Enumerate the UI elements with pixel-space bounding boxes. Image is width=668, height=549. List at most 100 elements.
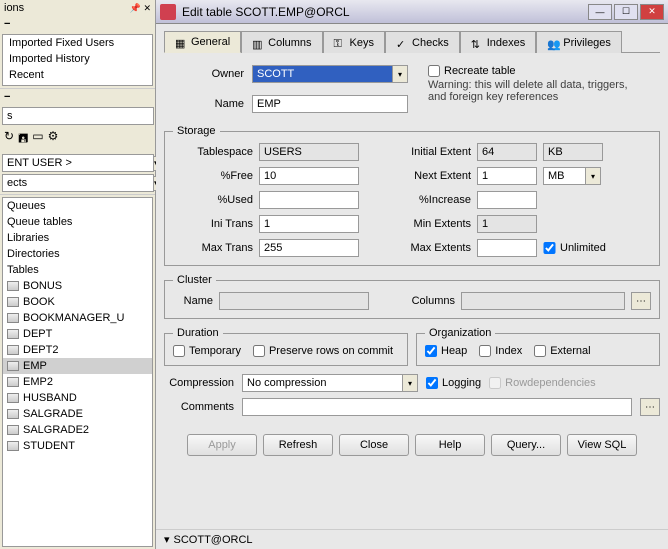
external-checkbox[interactable]: External	[534, 345, 590, 357]
comments-button[interactable]: ⋯	[640, 398, 660, 416]
status-text: SCOTT@ORCL	[174, 534, 253, 546]
sidebar-ions-label: ions	[4, 2, 24, 14]
tree-category[interactable]: Directories	[3, 246, 152, 262]
heap-checkbox[interactable]: Heap	[425, 345, 467, 357]
tab-privileges[interactable]: 👥Privileges	[536, 31, 622, 53]
tab-indexes[interactable]: ⇅Indexes	[460, 31, 537, 53]
general-icon: ▦	[175, 37, 187, 47]
privileges-icon: 👥	[547, 38, 559, 48]
tablespace-input	[259, 143, 359, 161]
tree-table[interactable]: HUSBAND	[3, 390, 152, 406]
initext-input	[477, 143, 537, 161]
tree-table[interactable]: BOOKMANAGER_U	[3, 310, 152, 326]
tree-category[interactable]: Queues	[3, 198, 152, 214]
index-checkbox[interactable]: Index	[479, 345, 522, 357]
object-tree[interactable]: Queues Queue tables Libraries Directorie…	[2, 197, 153, 547]
dropdown-arrow-icon[interactable]: ▾	[392, 65, 408, 83]
table-icon	[7, 425, 19, 435]
warning-text: Warning: this will delete all data, trig…	[428, 79, 628, 103]
initext-unit	[543, 143, 603, 161]
nextext-unit[interactable]	[543, 167, 585, 185]
tree-table[interactable]: EMP2	[3, 374, 152, 390]
pin-icon[interactable]: 📌 ✕	[130, 3, 151, 14]
imported-list: Imported Fixed Users Imported History Re…	[2, 34, 153, 86]
tool-icon[interactable]: 🖪	[18, 129, 28, 150]
initrans-input[interactable]	[259, 215, 359, 233]
table-icon	[7, 441, 19, 451]
main-panel: Edit table SCOTT.EMP@ORCL — ☐ ✕ ▦General…	[156, 0, 668, 549]
owner-input[interactable]	[252, 65, 392, 83]
tab-keys[interactable]: ⚿Keys	[323, 31, 385, 53]
cluster-columns-button[interactable]: ⋯	[631, 292, 651, 310]
tree-table[interactable]: BOOK	[3, 294, 152, 310]
dropdown-arrow-icon[interactable]: ▾	[402, 374, 418, 392]
tree-category[interactable]: Queue tables	[3, 214, 152, 230]
minext-label: Min Extents	[391, 218, 471, 230]
collapse-icon[interactable]: −	[4, 91, 10, 103]
compression-select[interactable]	[242, 374, 402, 392]
close-dialog-button[interactable]: Close	[339, 434, 409, 456]
tree-category[interactable]: Tables	[3, 262, 152, 278]
pctfree-input[interactable]	[259, 167, 359, 185]
table-icon	[7, 361, 19, 371]
query-button[interactable]: Query...	[491, 434, 561, 456]
tree-table-selected[interactable]: EMP	[3, 358, 152, 374]
collapse-icon[interactable]: −	[4, 18, 10, 30]
list-item[interactable]: Imported Fixed Users	[3, 35, 152, 51]
table-icon	[7, 393, 19, 403]
list-item[interactable]: Imported History	[3, 51, 152, 67]
recreate-checkbox[interactable]: Recreate table	[428, 65, 628, 77]
tree-category[interactable]: Libraries	[3, 230, 152, 246]
logging-checkbox[interactable]: Logging	[426, 377, 481, 389]
unlimited-checkbox[interactable]: Unlimited	[543, 242, 603, 254]
tab-checks[interactable]: ✓Checks	[385, 31, 460, 53]
pctused-input[interactable]	[259, 191, 359, 209]
refresh-button[interactable]: Refresh	[263, 434, 333, 456]
objects-selector[interactable]	[2, 174, 154, 192]
indexes-icon: ⇅	[471, 38, 483, 48]
table-icon	[7, 313, 19, 323]
nextext-input[interactable]	[477, 167, 537, 185]
tool-icon[interactable]: ↻	[4, 129, 14, 150]
maximize-button[interactable]: ☐	[614, 4, 638, 20]
list-item[interactable]: Recent	[3, 67, 152, 83]
pctused-label: %Used	[173, 194, 253, 206]
pctinc-input[interactable]	[477, 191, 537, 209]
user-selector[interactable]	[2, 154, 154, 172]
duration-fieldset: Duration Temporary Preserve rows on comm…	[164, 327, 408, 366]
preserve-checkbox[interactable]: Preserve rows on commit	[253, 345, 393, 357]
help-button[interactable]: Help	[415, 434, 485, 456]
tree-table[interactable]: SALGRADE	[3, 406, 152, 422]
tree-table[interactable]: DEPT2	[3, 342, 152, 358]
name-label: Name	[164, 98, 244, 110]
search-input-1[interactable]	[2, 107, 154, 125]
window-title: Edit table SCOTT.EMP@ORCL	[182, 5, 588, 19]
dropdown-arrow-icon[interactable]: ▾	[585, 167, 601, 185]
expand-icon[interactable]: ▾	[164, 533, 170, 546]
name-input[interactable]	[252, 95, 408, 113]
temporary-checkbox[interactable]: Temporary	[173, 345, 241, 357]
tool-icon[interactable]: ▭	[32, 129, 43, 150]
title-bar: Edit table SCOTT.EMP@ORCL — ☐ ✕	[156, 0, 668, 24]
tool-icon[interactable]: ⚙	[48, 129, 59, 150]
tab-general[interactable]: ▦General	[164, 31, 241, 53]
compression-label: Compression	[164, 377, 234, 389]
organization-fieldset: Organization Heap Index External	[416, 327, 660, 366]
pctfree-label: %Free	[173, 170, 253, 182]
tree-table[interactable]: BONUS	[3, 278, 152, 294]
minimize-button[interactable]: —	[588, 4, 612, 20]
maxtrans-input[interactable]	[259, 239, 359, 257]
tab-columns[interactable]: ▥Columns	[241, 31, 322, 53]
viewsql-button[interactable]: View SQL	[567, 434, 637, 456]
storage-legend: Storage	[173, 125, 220, 137]
cluster-columns-input	[461, 292, 625, 310]
close-button[interactable]: ✕	[640, 4, 664, 20]
tree-table[interactable]: STUDENT	[3, 438, 152, 454]
tree-table[interactable]: SALGRADE2	[3, 422, 152, 438]
cluster-name-label: Name	[173, 295, 213, 307]
sidebar: ions 📌 ✕ − Imported Fixed Users Imported…	[0, 0, 156, 549]
tree-table[interactable]: DEPT	[3, 326, 152, 342]
maxtrans-label: Max Trans	[173, 242, 253, 254]
comments-input[interactable]	[242, 398, 632, 416]
maxext-input[interactable]	[477, 239, 537, 257]
